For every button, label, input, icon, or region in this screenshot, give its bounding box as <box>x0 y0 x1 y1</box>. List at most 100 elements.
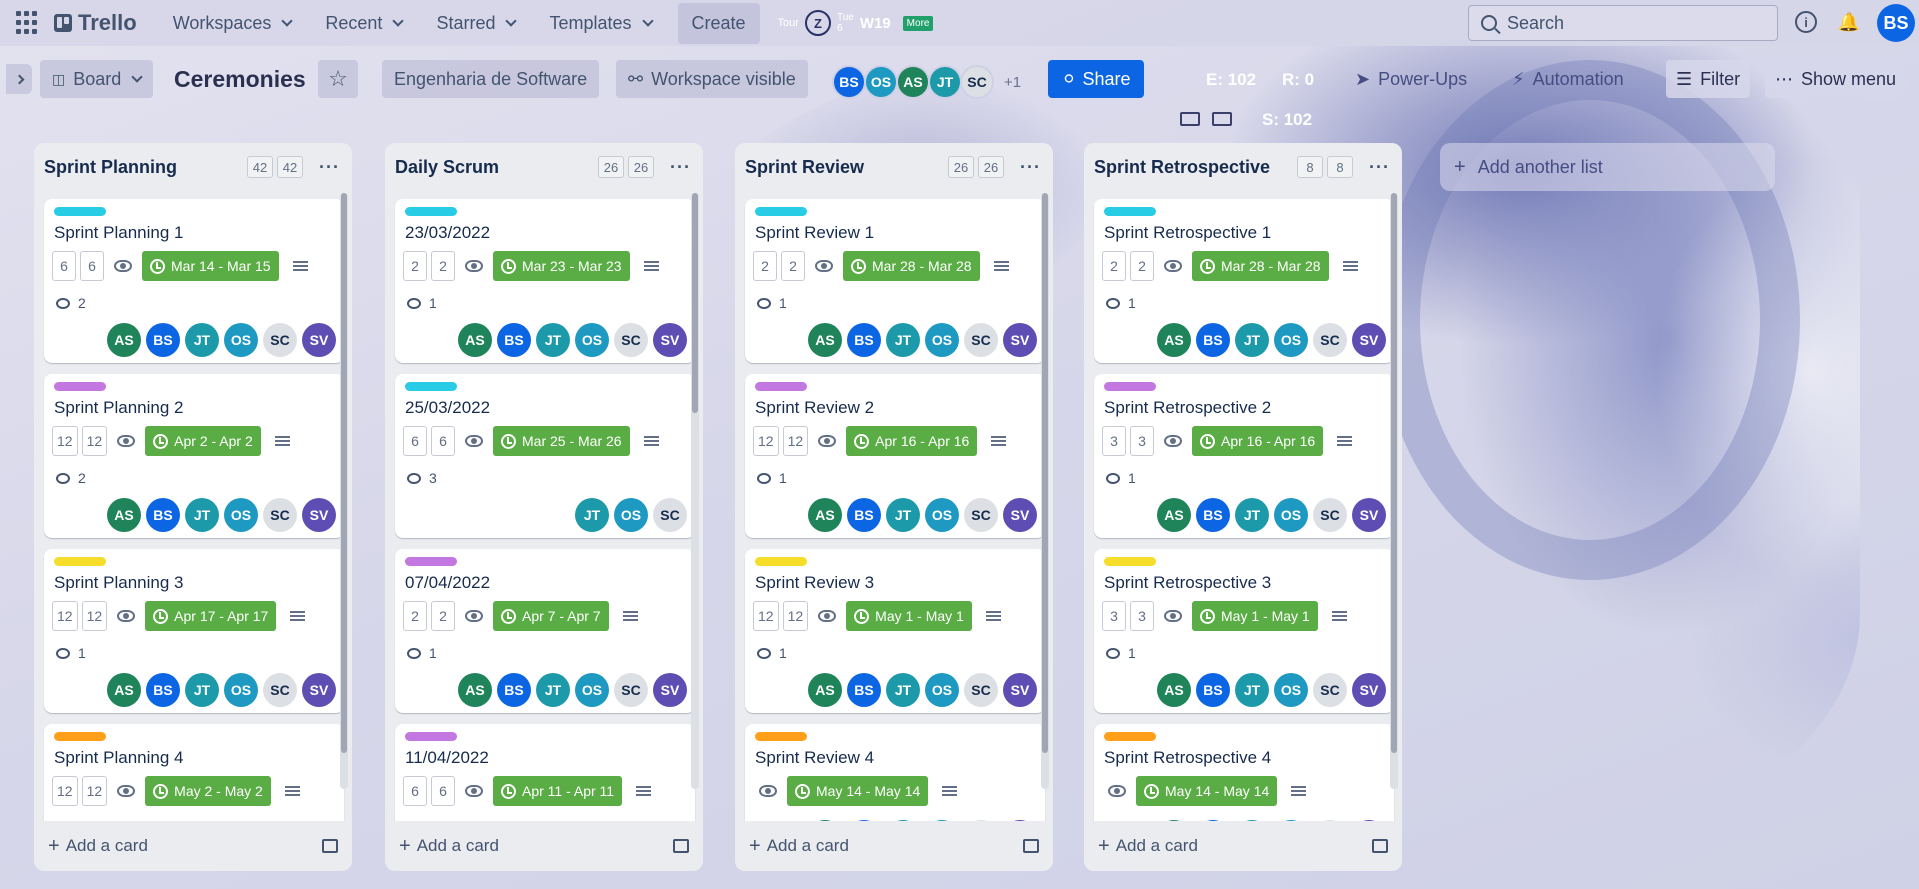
card-member-avatar[interactable]: AS <box>107 498 141 532</box>
list-scrollbar[interactable] <box>691 193 699 789</box>
due-date-badge[interactable]: May 2 - May 2 <box>145 776 271 806</box>
search-input[interactable]: Search <box>1468 5 1778 41</box>
card-member-avatar[interactable]: SV <box>1352 673 1386 707</box>
card-member-avatar[interactable]: OS <box>224 498 258 532</box>
card-member-avatar[interactable]: OS <box>925 323 959 357</box>
card[interactable]: Sprint Planning 1 6 6 Mar 14 - Mar 15 2 AS… <box>44 199 344 363</box>
card-label[interactable] <box>755 732 807 741</box>
card-member-avatar[interactable]: SV <box>1003 673 1037 707</box>
card[interactable]: Sprint Retrospective 1 2 2 Mar 28 - Mar 28… <box>1094 199 1394 363</box>
card[interactable]: Sprint Planning 2 12 12 Apr 2 - Apr 2 2 AS… <box>44 374 344 538</box>
card[interactable]: 25/03/2022 6 6 Mar 25 - Mar 26 3 JT OS SC <box>395 374 695 538</box>
notifications-bell-icon[interactable]: 🔔 <box>1838 11 1860 33</box>
card-template-icon[interactable] <box>1023 839 1039 853</box>
card-member-avatar[interactable]: SC <box>964 498 998 532</box>
user-avatar[interactable]: BS <box>1877 4 1915 42</box>
card-member-avatar[interactable]: SC <box>1313 498 1347 532</box>
due-date-badge[interactable]: Mar 28 - Mar 28 <box>1192 251 1329 281</box>
list-title[interactable]: Sprint Retrospective <box>1094 157 1293 178</box>
card-member-avatar[interactable]: JT <box>185 498 219 532</box>
card-member-avatar[interactable]: BS <box>497 323 531 357</box>
nav-workspaces[interactable]: Workspaces <box>161 5 304 42</box>
nav-templates[interactable]: Templates <box>537 5 663 42</box>
card[interactable]: Sprint Review 2 12 12 Apr 16 - Apr 16 1 AS… <box>745 374 1045 538</box>
list-scrollbar[interactable] <box>1390 193 1398 789</box>
card-member-avatar[interactable]: OS <box>1274 498 1308 532</box>
card-member-avatar[interactable]: BS <box>1196 673 1230 707</box>
card-member-avatar[interactable]: AS <box>1157 323 1191 357</box>
card-member-avatar[interactable]: SC <box>1313 673 1347 707</box>
scrollbar-thumb[interactable] <box>1042 193 1048 753</box>
card[interactable]: Sprint Retrospective 2 3 3 Apr 16 - Apr 16… <box>1094 374 1394 538</box>
nav-starred[interactable]: Starred <box>424 5 527 42</box>
list-title[interactable]: Sprint Review <box>745 157 944 178</box>
card-member-avatar[interactable]: BS <box>1196 498 1230 532</box>
tour-widget[interactable]: Tour Z Tue 6 W19 More <box>778 10 934 36</box>
card-member-avatar[interactable]: OS <box>925 498 959 532</box>
list-scrollbar[interactable] <box>340 193 348 789</box>
card-member-avatar[interactable]: BS <box>146 498 180 532</box>
card-label[interactable] <box>755 557 807 566</box>
card-member-avatar[interactable]: OS <box>1274 323 1308 357</box>
card[interactable]: Sprint Retrospective 3 3 3 May 1 - May 1 1… <box>1094 549 1394 713</box>
card-member-avatar[interactable]: JT <box>185 673 219 707</box>
share-button[interactable]: ⚪ Share <box>1048 60 1144 98</box>
due-date-badge[interactable]: Apr 16 - Apr 16 <box>1192 426 1324 456</box>
add-list-button[interactable]: + Add another list <box>1440 143 1775 191</box>
due-date-badge[interactable]: May 14 - May 14 <box>1136 776 1278 806</box>
create-button[interactable]: Create <box>677 2 760 44</box>
due-date-badge[interactable]: May 14 - May 14 <box>787 776 929 806</box>
card-member-avatar[interactable]: SV <box>302 498 336 532</box>
card-member-avatar[interactable]: BS <box>146 673 180 707</box>
card-member-avatar[interactable]: SV <box>302 673 336 707</box>
card-member-avatar[interactable]: JT <box>886 673 920 707</box>
card-member-avatar[interactable]: AS <box>1157 498 1191 532</box>
card-member-avatar[interactable]: OS <box>224 323 258 357</box>
card-label[interactable] <box>405 732 457 741</box>
card-label[interactable] <box>755 382 807 391</box>
member-avatar[interactable]: BS <box>832 65 866 99</box>
due-date-badge[interactable]: Mar 28 - Mar 28 <box>843 251 980 281</box>
automation-button[interactable]: ⚡ Automation <box>1502 60 1634 98</box>
card-label[interactable] <box>1104 732 1156 741</box>
list-scrollbar[interactable] <box>1041 193 1049 789</box>
show-menu-button[interactable]: ⋯ Show menu <box>1765 60 1907 98</box>
card-member-avatar[interactable]: SC <box>614 673 648 707</box>
card-member-avatar[interactable]: SC <box>263 673 297 707</box>
board-title[interactable]: Ceremonies <box>174 66 306 93</box>
board-view-switcher[interactable]: ◫ Board <box>40 60 154 98</box>
due-date-badge[interactable]: Apr 11 - Apr 11 <box>493 776 623 806</box>
card-member-avatar[interactable]: JT <box>886 498 920 532</box>
card-member-avatar[interactable]: BS <box>146 323 180 357</box>
add-card-button[interactable]: + Add a card <box>1084 821 1402 871</box>
card-member-avatar[interactable]: JT <box>536 323 570 357</box>
card-member-avatar[interactable]: OS <box>925 673 959 707</box>
list-menu-icon[interactable]: ··· <box>1020 157 1041 178</box>
scrollbar-thumb[interactable] <box>1391 193 1397 753</box>
card-member-avatar[interactable]: BS <box>847 673 881 707</box>
due-date-badge[interactable]: May 1 - May 1 <box>1192 601 1318 631</box>
card-label[interactable] <box>54 732 106 741</box>
card-label[interactable] <box>54 557 106 566</box>
add-card-button[interactable]: + Add a card <box>385 821 703 871</box>
card-member-avatar[interactable]: SV <box>653 323 687 357</box>
card-member-avatar[interactable]: OS <box>575 673 609 707</box>
visibility-button[interactable]: ⚯ Workspace visible <box>616 60 808 98</box>
card[interactable]: Sprint Review 3 12 12 May 1 - May 1 1 AS BS… <box>745 549 1045 713</box>
card-member-avatar[interactable]: JT <box>536 673 570 707</box>
board-members[interactable]: BS OS AS JT SC +1 <box>832 65 1021 99</box>
card-template-icon[interactable] <box>322 839 338 853</box>
workspace-button[interactable]: Engenharia de Software <box>382 60 600 98</box>
card-member-avatar[interactable]: OS <box>614 498 648 532</box>
list-header[interactable]: Daily Scrum 26 26 ··· <box>385 143 703 191</box>
member-avatar[interactable]: JT <box>928 65 962 99</box>
member-avatar[interactable]: SC <box>960 65 994 99</box>
due-date-badge[interactable]: Apr 7 - Apr 7 <box>493 601 609 631</box>
card[interactable]: 23/03/2022 2 2 Mar 23 - Mar 23 1 AS BS JT OS S… <box>395 199 695 363</box>
card-label[interactable] <box>755 207 807 216</box>
card-member-avatar[interactable]: OS <box>224 673 258 707</box>
card-member-avatar[interactable]: SV <box>1352 323 1386 357</box>
extra-members-count[interactable]: +1 <box>1004 74 1021 99</box>
member-avatar[interactable]: AS <box>896 65 930 99</box>
list-header[interactable]: Sprint Planning 42 42 ··· <box>34 143 352 191</box>
